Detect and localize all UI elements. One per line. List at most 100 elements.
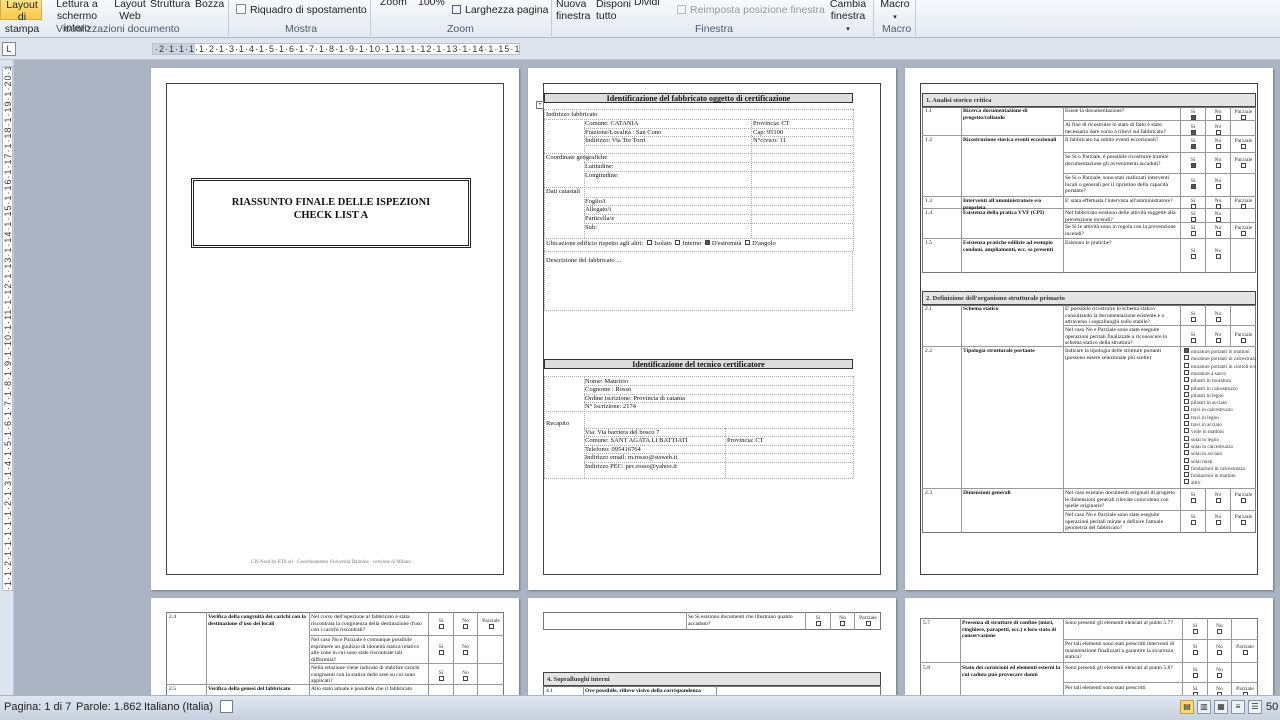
si-option[interactable]: Si [429,644,453,657]
draft-button[interactable]: Bozza [195,0,224,10]
new-window-button[interactable]: Nuova finestra [556,0,590,22]
page-4[interactable]: 2.4 Verifica della congruità dei carichi… [151,598,519,698]
zoom-button[interactable]: Zoom [380,0,407,8]
parziale-option[interactable]: Parziale [1231,514,1256,527]
structure-option[interactable]: solai in legno [1182,435,1256,443]
checkbox-icon[interactable] [647,240,653,245]
surname-field[interactable]: Cognome : Rosso [585,386,631,394]
no-option[interactable]: No [1206,514,1230,527]
no-option[interactable]: No [1206,138,1230,151]
si-option[interactable]: Si [1181,514,1205,527]
si-option[interactable]: Si [1181,211,1205,224]
parziale-option[interactable]: Parziale [1231,157,1256,170]
arrange-all-button[interactable]: Disponi tutto [596,0,631,22]
si-option[interactable]: Si [1183,667,1207,680]
structure-option[interactable]: travi in calcestruzzo [1182,406,1256,413]
sub-field[interactable]: Sub: [585,224,597,232]
page-3[interactable]: 1. Analisi storico critica 1.1 Ricerca d… [905,68,1273,590]
word-count[interactable]: Parole: 1.862 [76,701,141,713]
parziale-option[interactable]: Parziale [855,615,881,628]
no-option[interactable]: No [1208,623,1231,636]
draft-view-icon[interactable]: ☰ [1248,700,1262,714]
registration-field[interactable]: N° Iscrizione: 2174 [585,403,636,411]
si-option[interactable]: Si [1181,138,1205,151]
si-option[interactable]: Si [1181,157,1205,170]
si-option[interactable]: Si [1181,198,1205,211]
parziale-option[interactable]: Parziale [1231,225,1256,238]
no-option[interactable]: No [1206,124,1230,137]
structure-option[interactable]: murature portanti in mattoni [1182,348,1256,355]
no-option[interactable]: No [1206,248,1230,261]
parziale-option[interactable]: Parziale [1231,109,1256,122]
structure-option[interactable]: murature portanti in ciottoli e/o pietra… [1182,362,1256,370]
no-option[interactable]: No [1206,198,1230,211]
structure-option[interactable]: fondazioni in calcestruzzo [1182,464,1256,472]
structure-option[interactable]: pilastri in legno [1182,391,1256,399]
no-option[interactable]: No [454,670,477,683]
reset-window-position-button[interactable]: Reimposta posizione finestra [677,4,825,16]
parziale-option[interactable]: Parziale [1231,492,1256,505]
parziale-option[interactable]: Parziale [1232,644,1258,657]
structure-option[interactable]: solai in calcestruzzo [1182,442,1256,450]
switch-windows-button[interactable]: Cambia finestra ▾ [828,0,868,36]
email-field[interactable]: Indirizzo email: m.rosso@stsweb.it [585,454,677,462]
no-option[interactable]: No [454,618,477,631]
structure-option[interactable]: murature a sacco [1182,369,1256,377]
no-option[interactable]: No [1206,109,1230,122]
comune-field[interactable]: Comune: CATANIA [585,120,638,128]
particella-field[interactable]: Particella/e [585,215,614,223]
no-option[interactable]: No [1206,492,1230,505]
provincia-field[interactable]: Provincia: CT [753,120,790,128]
outline-button[interactable]: Struttura [150,0,190,10]
si-option[interactable]: Si [1181,124,1205,137]
structure-option[interactable]: solai in acciaio [1182,450,1256,457]
si-option[interactable]: Si [1181,492,1205,505]
page-1[interactable]: RIASSUNTO FINALE DELLE ISPEZIONI CHECK L… [151,68,519,590]
page-2[interactable]: + Identificazione del fabbricato oggetto… [528,68,896,590]
structure-option[interactable]: pilastri in calcestruzzo [1182,384,1256,392]
outline-view-icon[interactable]: ≡ [1231,700,1245,714]
no-option[interactable]: No [831,615,854,628]
zoom-100-button[interactable]: 100% [418,0,445,8]
parziale-option[interactable]: Parziale [1231,332,1256,345]
no-option[interactable]: No [1208,644,1231,657]
latitude-field[interactable]: Latitudine: [585,163,614,171]
no-option[interactable]: No [1208,667,1231,680]
longitude-field[interactable]: Longitudine: [585,172,619,180]
province-field[interactable]: Provincia: CT [727,437,764,445]
parziale-option[interactable]: Parziale [1231,198,1256,211]
structure-option[interactable]: murature portanti in calcestruzzo [1182,355,1256,362]
indirizzo-field[interactable]: Indirizzo: Via Tre Torri [585,137,645,145]
city-field[interactable]: Comune: SANT AGATA LI BATTIATI [585,437,688,445]
no-option[interactable]: No [1206,157,1230,170]
full-screen-view-icon[interactable]: ▥ [1197,700,1211,714]
no-option[interactable]: No [454,644,477,657]
si-option[interactable]: Si [1181,311,1205,324]
si-option[interactable]: Si [1181,225,1205,238]
no-option[interactable]: No [1206,225,1230,238]
web-layout-button[interactable]: Layout Web [114,0,146,22]
language-indicator[interactable]: Italiano (Italia) [144,701,213,713]
table-move-handle-icon[interactable]: + [536,101,544,109]
si-option[interactable]: Si [1181,178,1205,191]
tab-selector-button[interactable]: L [2,42,16,56]
si-option[interactable]: Si [429,618,453,631]
nav-pane-checkbox[interactable]: Riquadro di spostamento [236,4,367,16]
structure-option[interactable]: fondazioni in mattoni [1182,472,1256,479]
page-count[interactable]: Pagina: 1 di 7 [4,701,71,713]
checkbox-icon[interactable] [675,240,681,245]
page-6[interactable]: 5.7 Presenza di strutture di confine (mu… [905,598,1273,698]
zoom-level[interactable]: 50 [1266,701,1278,713]
si-option[interactable]: Si [806,615,830,628]
print-layout-button[interactable]: Layout di stampa [0,0,42,35]
structure-option[interactable]: travi in legno [1182,413,1256,421]
structure-option[interactable]: pilastri in muratura [1182,377,1256,384]
structure-option[interactable]: solai misti [1182,457,1256,465]
parziale-option[interactable]: Parziale [478,618,504,631]
page-5[interactable]: Se Si esistono documenti che illustrano … [528,598,896,698]
split-button[interactable]: Dividi [634,0,660,8]
macro-button[interactable]: Macro ▾ [880,0,910,24]
macro-record-icon[interactable] [220,700,233,713]
checkbox-icon[interactable] [745,240,751,245]
si-option[interactable]: Si [1183,644,1207,657]
